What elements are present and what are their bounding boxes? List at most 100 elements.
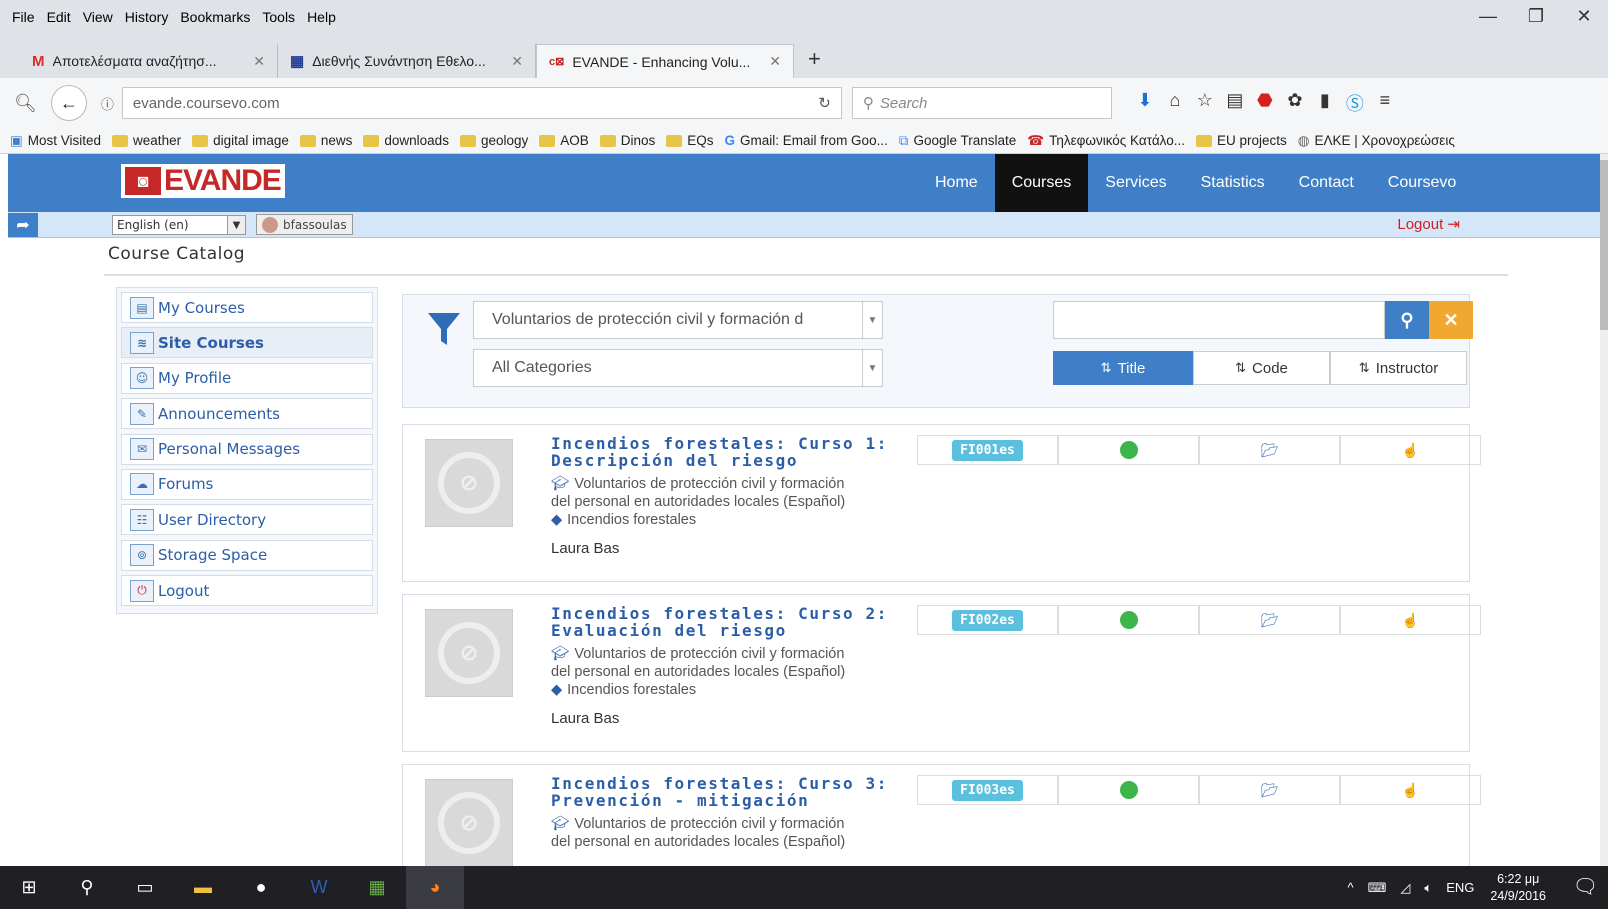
menu-file[interactable]: File: [12, 9, 35, 25]
app-icon[interactable]: ▦: [348, 866, 406, 909]
task-view-icon[interactable]: ▭: [116, 866, 174, 909]
reload-icon[interactable]: ↻: [818, 94, 831, 112]
close-tab-icon[interactable]: ✕: [769, 53, 781, 70]
bookmark-translate[interactable]: ⧉ Google Translate: [899, 133, 1016, 149]
sidebar-item-my-profile[interactable]: ☺ My Profile: [121, 362, 373, 394]
volume-icon[interactable]: 🔈︎: [1424, 880, 1432, 896]
clipboard-icon[interactable]: ▮: [1310, 90, 1340, 116]
hamburger-menu-icon[interactable]: ≡: [1370, 90, 1400, 116]
sidebar-item-site-courses[interactable]: ≋ Site Courses: [121, 327, 373, 359]
open-folder-icon[interactable]: 📂︎: [1260, 441, 1280, 459]
nav-contact[interactable]: Contact: [1282, 154, 1371, 212]
bookmark-most-visited[interactable]: ▣ Most Visited: [10, 133, 101, 149]
sidebar-item-storage-space[interactable]: ⊚ Storage Space: [121, 539, 373, 571]
browser-globe-icon[interactable]: ●: [232, 866, 290, 909]
menu-history[interactable]: History: [125, 9, 169, 25]
user-chip[interactable]: bfassoulas: [256, 214, 353, 235]
tab-gmail[interactable]: M Αποτελέσματα αναζήτησ... ✕: [20, 44, 278, 78]
menu-bookmarks[interactable]: Bookmarks: [180, 9, 250, 25]
course-search-input[interactable]: [1053, 301, 1385, 339]
file-explorer-icon[interactable]: ▬: [174, 866, 232, 909]
evande-logo[interactable]: ◙ EVANDE: [121, 164, 285, 198]
network-icon[interactable]: ◿: [1400, 880, 1410, 896]
extension-icon[interactable]: ✿: [1280, 90, 1310, 116]
course-title[interactable]: Incendios forestales: Curso 2: Evaluación…: [551, 605, 911, 639]
open-folder-icon[interactable]: 📂︎: [1260, 611, 1280, 629]
bookmark-phone[interactable]: ☎ Τηλεφωνικός Κατάλο...: [1027, 133, 1185, 149]
identity-icon[interactable]: 🔍︎: [14, 93, 37, 114]
close-tab-icon[interactable]: ✕: [253, 53, 265, 70]
register-hand-icon[interactable]: ☝: [1401, 441, 1421, 459]
bookmark-folder[interactable]: EQs: [666, 133, 714, 148]
firefox-icon[interactable]: ◕: [406, 866, 464, 909]
keyboard-icon[interactable]: ⌨: [1368, 880, 1387, 896]
bookmark-folder[interactable]: Dinos: [599, 133, 655, 148]
download-icon[interactable]: ⬇: [1130, 90, 1160, 116]
clock[interactable]: 6:22 μμ 24/9/2016: [1490, 871, 1546, 905]
bookmark-folder[interactable]: news: [299, 133, 352, 148]
site-info-icon[interactable]: ⓘ: [101, 94, 114, 113]
bookmark-gmail[interactable]: G Gmail: Email from Goo...: [725, 133, 888, 148]
search-icon[interactable]: ⚲: [58, 866, 116, 909]
back-button[interactable]: ←: [50, 85, 87, 121]
windows-start-icon[interactable]: ⊞: [0, 866, 58, 909]
url-bar[interactable]: evande.coursevo.com ↻: [121, 87, 842, 119]
page-scrollbar[interactable]: [1600, 154, 1608, 866]
word-icon[interactable]: W: [290, 866, 348, 909]
bookmark-folder[interactable]: EU projects: [1195, 133, 1287, 148]
menu-help[interactable]: Help: [307, 9, 336, 25]
nav-statistics[interactable]: Statistics: [1184, 154, 1282, 212]
menu-tools[interactable]: Tools: [262, 9, 295, 25]
sidebar-item-user-directory[interactable]: ☷ User Directory: [121, 504, 373, 536]
nav-home[interactable]: Home: [918, 154, 995, 212]
logout-link[interactable]: Logout ⇥: [1397, 215, 1460, 233]
language-indicator[interactable]: ENG: [1446, 880, 1474, 895]
sidebar-item-announcements[interactable]: ✎ Announcements: [121, 398, 373, 430]
notification-icon[interactable]: 🗨︎: [1573, 874, 1598, 899]
bookmark-star-icon[interactable]: ☆: [1190, 90, 1220, 116]
search-button[interactable]: ⚲: [1385, 301, 1429, 339]
bookmark-folder[interactable]: digital image: [192, 133, 289, 148]
sort-code-button[interactable]: ⇅ Code: [1193, 351, 1330, 385]
course-title[interactable]: Incendios forestales: Curso 1: Descripció…: [551, 435, 911, 469]
menu-view[interactable]: View: [83, 9, 113, 25]
adblock-icon[interactable]: ⬣: [1250, 90, 1280, 116]
program-select[interactable]: Voluntarios de protección civil y formac…: [473, 301, 883, 339]
nav-services[interactable]: Services: [1088, 154, 1183, 212]
register-hand-icon[interactable]: ☝: [1401, 781, 1421, 799]
bookmark-folder[interactable]: AOB: [539, 133, 589, 148]
browser-search-input[interactable]: ⚲ Search: [851, 87, 1112, 119]
menu-edit[interactable]: Edit: [47, 9, 71, 25]
clear-search-button[interactable]: ✕: [1429, 301, 1473, 339]
sidebar-item-my-courses[interactable]: ▤ My Courses: [121, 292, 373, 323]
sidebar-item-logout[interactable]: ⏻ Logout: [121, 575, 373, 607]
scrollbar-thumb[interactable]: [1600, 160, 1608, 330]
sort-title-button[interactable]: ⇅ Title: [1053, 351, 1193, 385]
close-window-button[interactable]: ✕: [1560, 6, 1608, 27]
tab-evande[interactable]: c⊠ EVANDE - Enhancing Volu... ✕: [536, 44, 794, 78]
restore-button[interactable]: ❐: [1512, 6, 1560, 27]
bookmark-folder[interactable]: weather: [112, 133, 181, 148]
sidebar-item-forums[interactable]: ☁ Forums: [121, 468, 373, 500]
bookmark-elke[interactable]: ◍ ΕΛΚΕ | Χρονοχρεώσεις: [1298, 133, 1455, 149]
nav-courses[interactable]: Courses: [994, 154, 1089, 212]
close-tab-icon[interactable]: ✕: [511, 53, 523, 70]
new-tab-button[interactable]: +: [794, 46, 835, 78]
bookmark-folder[interactable]: downloads: [363, 133, 449, 148]
share-icon[interactable]: ➦: [8, 212, 38, 237]
skype-icon[interactable]: Ⓢ: [1340, 90, 1370, 116]
course-title[interactable]: Incendios forestales: Curso 3: Prevención…: [551, 775, 911, 809]
tab-meeting[interactable]: ▦ Διεθνής Συνάντηση Εθελο... ✕: [278, 44, 536, 78]
register-hand-icon[interactable]: ☝: [1401, 611, 1421, 629]
bookmark-folder[interactable]: geology: [459, 133, 528, 148]
language-select[interactable]: English (en) ▼: [112, 215, 246, 235]
open-folder-icon[interactable]: 📂︎: [1260, 781, 1280, 799]
sort-instructor-button[interactable]: ⇅ Instructor: [1330, 351, 1467, 385]
minimize-button[interactable]: —: [1464, 6, 1512, 27]
category-select[interactable]: All Categories ▼: [473, 349, 883, 387]
home-icon[interactable]: ⌂: [1160, 90, 1190, 116]
nav-coursevo[interactable]: Coursevo: [1371, 154, 1473, 212]
chevron-up-icon[interactable]: ^: [1348, 880, 1354, 895]
reading-list-icon[interactable]: ▤: [1220, 90, 1250, 116]
sidebar-item-personal-messages[interactable]: ✉ Personal Messages: [121, 433, 373, 465]
